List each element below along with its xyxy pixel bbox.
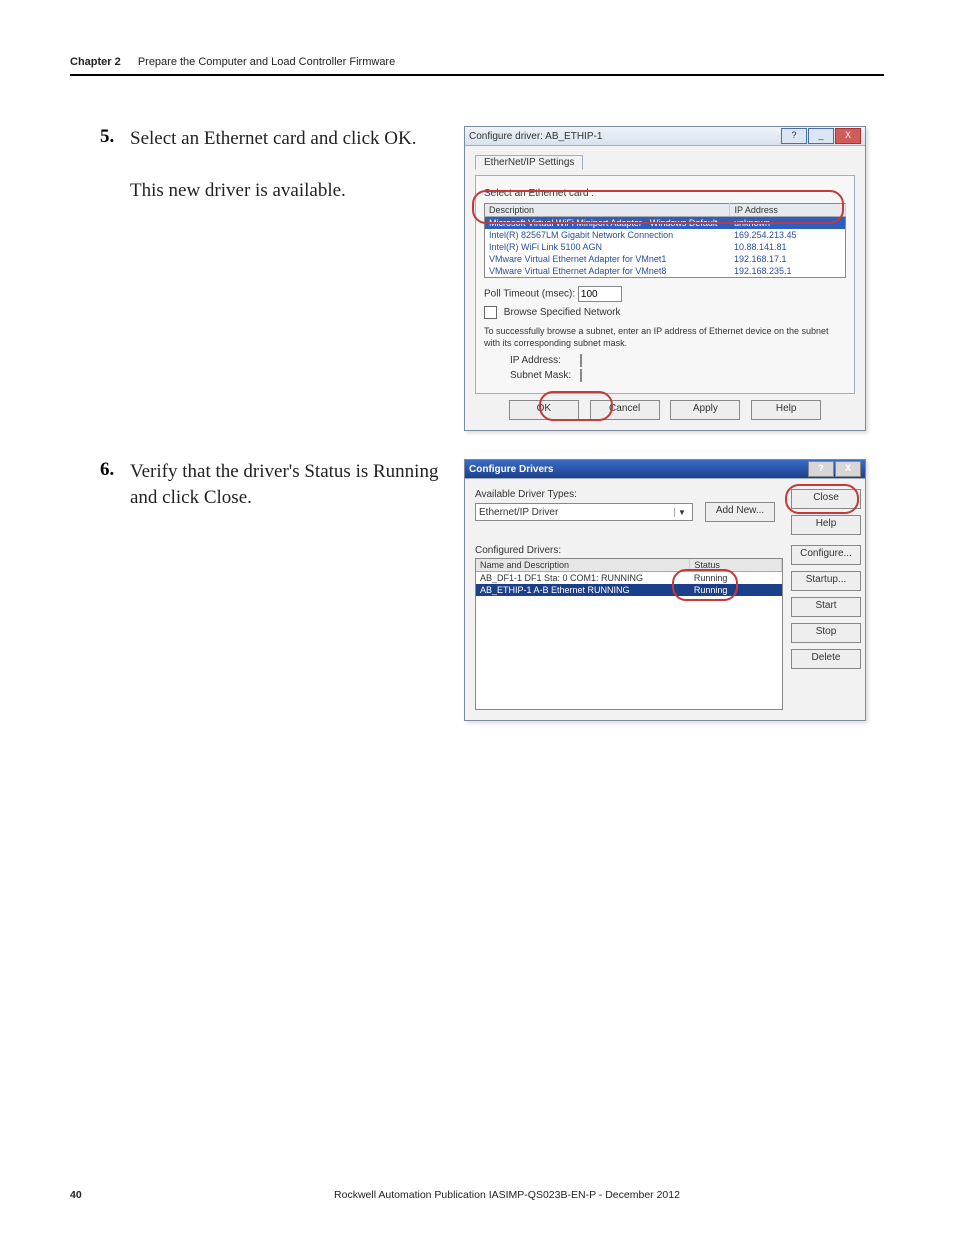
configured-drivers-label: Configured Drivers: (475, 545, 783, 556)
poll-timeout-label: Poll Timeout (msec): (484, 289, 575, 300)
chapter-label: Chapter 2 (70, 56, 121, 68)
help-button[interactable]: Help (751, 400, 821, 420)
ethernet-card-table[interactable]: Description IP Address Microsoft Virtual… (484, 203, 846, 278)
available-driver-label: Available Driver Types: (475, 489, 783, 500)
table-row[interactable]: VMware Virtual Ethernet Adapter for VMne… (485, 265, 846, 278)
apply-button[interactable]: Apply (670, 400, 740, 420)
step-6: 6. Verify that the driver's Status is Ru… (100, 459, 884, 721)
configure-driver-dialog: Configure driver: AB_ETHIP-1 ? _ X Ether… (464, 126, 866, 431)
table-row[interactable]: Intel(R) 82567LM Gigabit Network Connect… (485, 229, 846, 241)
step-number: 6. (100, 459, 130, 481)
ip-address-input[interactable] (580, 354, 582, 367)
configure-drivers-dialog: Configure Drivers ? X Available Driver T… (464, 459, 866, 721)
col-status: Status (690, 559, 782, 572)
table-row[interactable]: VMware Virtual Ethernet Adapter for VMne… (485, 253, 846, 265)
table-row[interactable]: AB_DF1-1 DF1 Sta: 0 COM1: RUNNING Runnin… (476, 572, 782, 585)
page-number: 40 (70, 1189, 130, 1201)
dialog-titlebar[interactable]: Configure Drivers ? X (465, 460, 865, 479)
select-card-label: Select an Ethernet card : (484, 188, 846, 199)
ip-address-label: IP Address: (510, 355, 580, 366)
poll-timeout-row: Poll Timeout (msec): (484, 286, 846, 302)
stop-button[interactable]: Stop (791, 623, 861, 643)
add-new-button[interactable]: Add New... (705, 502, 775, 522)
header-rule (70, 74, 884, 76)
driver-type-select[interactable]: Ethernet/IP Driver ▼ (475, 503, 693, 521)
subnet-mask-label: Subnet Mask: (510, 370, 580, 381)
publication-line: Rockwell Automation Publication IASIMP-Q… (130, 1189, 884, 1201)
startup-button[interactable]: Startup... (791, 571, 861, 591)
table-row[interactable]: AB_ETHIP-1 A-B Ethernet RUNNING Running (476, 584, 782, 596)
help-icon[interactable]: ? (808, 461, 834, 477)
browse-note: To successfully browse a subnet, enter a… (484, 325, 846, 349)
chapter-title: Prepare the Computer and Load Controller… (138, 56, 395, 68)
table-row[interactable]: Microsoft Virtual WiFi Miniport Adapter … (485, 217, 846, 230)
col-name: Name and Description (476, 559, 690, 572)
step-number: 5. (100, 126, 130, 148)
dialog-title: Configure driver: AB_ETHIP-1 (469, 131, 602, 142)
step-text: Verify that the driver's Status is Runni… (130, 459, 444, 510)
browse-network-label: Browse Specified Network (504, 307, 621, 318)
table-row[interactable]: Intel(R) WiFi Link 5100 AGN 10.88.141.81 (485, 241, 846, 253)
chevron-down-icon: ▼ (674, 508, 689, 517)
poll-timeout-input[interactable] (578, 286, 622, 302)
step-subtext: This new driver is available. (130, 178, 444, 204)
start-button[interactable]: Start (791, 597, 861, 617)
minimize-icon[interactable]: _ (808, 128, 834, 144)
step-text: Select an Ethernet card and click OK. (130, 126, 444, 152)
delete-button[interactable]: Delete (791, 649, 861, 669)
col-description: Description (485, 204, 730, 217)
col-ip-address: IP Address (730, 204, 846, 217)
dialog-title: Configure Drivers (469, 464, 553, 475)
page-footer: 40 Rockwell Automation Publication IASIM… (70, 1189, 884, 1201)
dialog-titlebar[interactable]: Configure driver: AB_ETHIP-1 ? _ X (465, 127, 865, 146)
driver-type-value: Ethernet/IP Driver (479, 507, 558, 518)
running-header: Chapter 2 Prepare the Computer and Load … (70, 56, 884, 68)
ok-button[interactable]: OK (509, 400, 579, 420)
configured-drivers-list[interactable]: Name and Description Status AB_DF1-1 DF1… (475, 558, 783, 710)
cancel-button[interactable]: Cancel (590, 400, 660, 420)
close-icon[interactable]: X (835, 128, 861, 144)
tab-ethernet-ip-settings[interactable]: EtherNet/IP Settings (475, 155, 583, 170)
browse-network-row[interactable]: Browse Specified Network (484, 306, 846, 319)
step-5: 5. Select an Ethernet card and click OK.… (100, 126, 884, 431)
close-icon[interactable]: X (835, 461, 861, 477)
help-icon[interactable]: ? (781, 128, 807, 144)
help-button[interactable]: Help (791, 515, 861, 535)
browse-checkbox[interactable] (484, 306, 497, 319)
close-button[interactable]: Close (791, 489, 861, 509)
configure-button[interactable]: Configure... (791, 545, 861, 565)
subnet-mask-input[interactable] (580, 369, 582, 382)
